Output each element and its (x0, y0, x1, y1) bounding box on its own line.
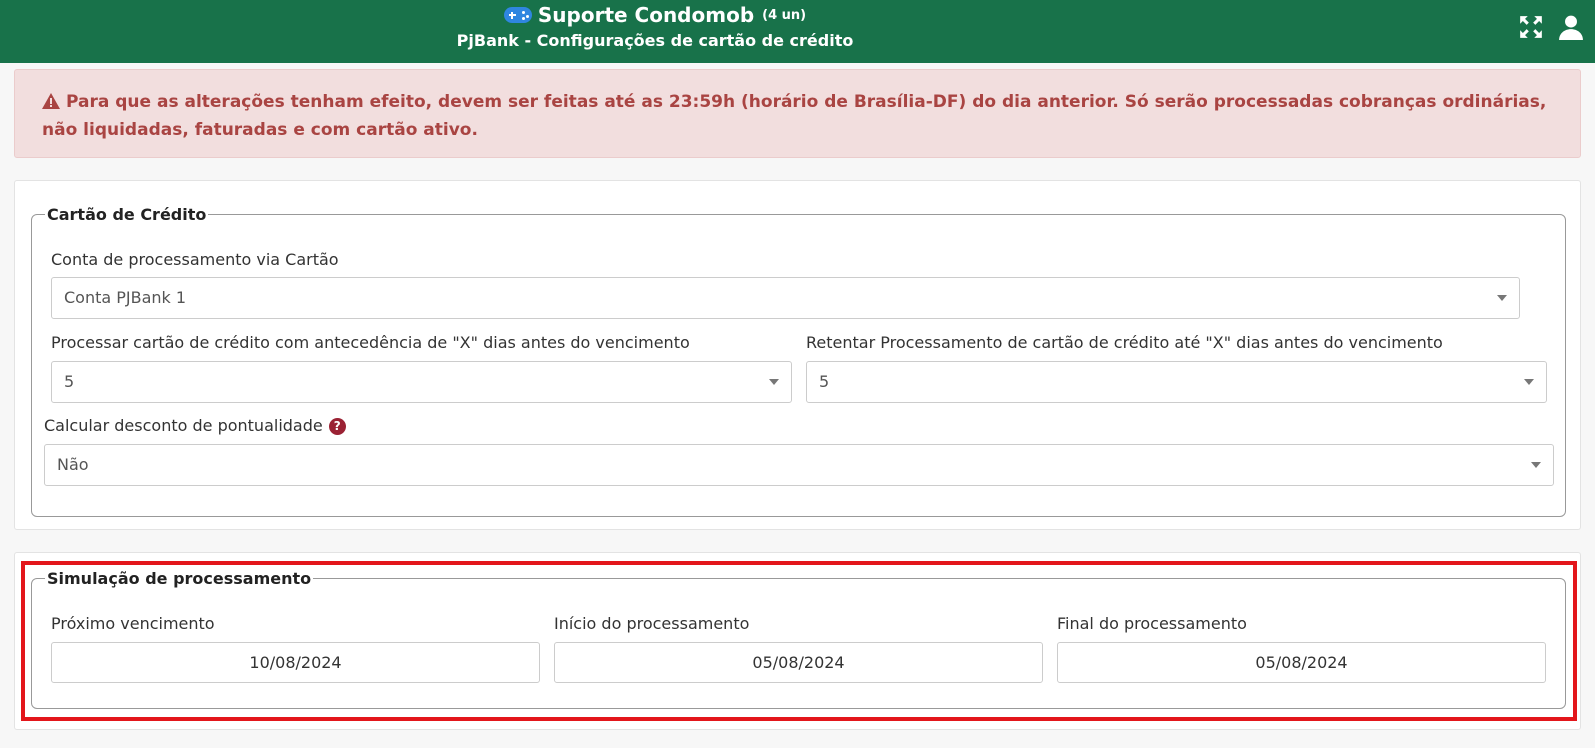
retry-days-select[interactable]: 5 (806, 361, 1547, 403)
retry-days-label: Retentar Processamento de cartão de créd… (806, 333, 1443, 352)
discount-select[interactable]: Não (44, 444, 1554, 486)
simulation-legend: Simulação de processamento (47, 569, 312, 588)
chevron-down-icon (1497, 295, 1507, 301)
gamepad-icon (503, 7, 532, 23)
expand-icon[interactable] (1518, 14, 1544, 40)
account-select-value: Conta PJBank 1 (64, 288, 187, 307)
account-label: Conta de processamento via Cartão (51, 250, 339, 269)
units-count: (4 un) (762, 7, 807, 23)
chevron-down-icon (1524, 379, 1534, 385)
advance-days-value: 5 (64, 372, 75, 391)
next-due-field[interactable]: 10/08/2024 (51, 642, 540, 683)
question-circle-icon[interactable]: ? (328, 418, 346, 435)
simulation-panel: Simulação de processamento Próximo venci… (14, 552, 1581, 730)
chevron-down-icon (769, 379, 779, 385)
warning-alert: Para que as alterações tenham efeito, de… (14, 69, 1581, 158)
page-subtitle: PjBank - Configurações de cartão de créd… (456, 31, 854, 50)
page-title: Suporte Condomob (537, 3, 755, 27)
warning-icon (42, 93, 60, 109)
discount-label-row: Calcular desconto de pontualidade? (44, 416, 346, 436)
top-bar: Suporte Condomob (4 un) PjBank - Configu… (0, 0, 1595, 63)
chevron-down-icon (1531, 462, 1541, 468)
next-due-label: Próximo vencimento (51, 614, 215, 633)
user-icon[interactable] (1558, 14, 1584, 40)
account-select[interactable]: Conta PJBank 1 (51, 277, 1520, 319)
simulation-fieldset: Simulação de processamento (31, 569, 1566, 709)
end-label: Final do processamento (1057, 614, 1247, 633)
advance-days-select[interactable]: 5 (51, 361, 792, 403)
end-field[interactable]: 05/08/2024 (1057, 642, 1546, 683)
retry-days-value: 5 (819, 372, 830, 391)
discount-value: Não (57, 455, 89, 474)
start-field[interactable]: 05/08/2024 (554, 642, 1043, 683)
discount-label: Calcular desconto de pontualidade (44, 416, 323, 435)
start-label: Início do processamento (554, 614, 750, 633)
header-title-row: Suporte Condomob (4 un) (0, 3, 1310, 27)
alert-text: Para que as alterações tenham efeito, de… (42, 92, 1547, 140)
credit-card-panel: Cartão de Crédito Conta de processamento… (14, 180, 1581, 530)
advance-days-label: Processar cartão de crédito com antecedê… (51, 333, 690, 352)
credit-card-legend: Cartão de Crédito (47, 205, 207, 224)
